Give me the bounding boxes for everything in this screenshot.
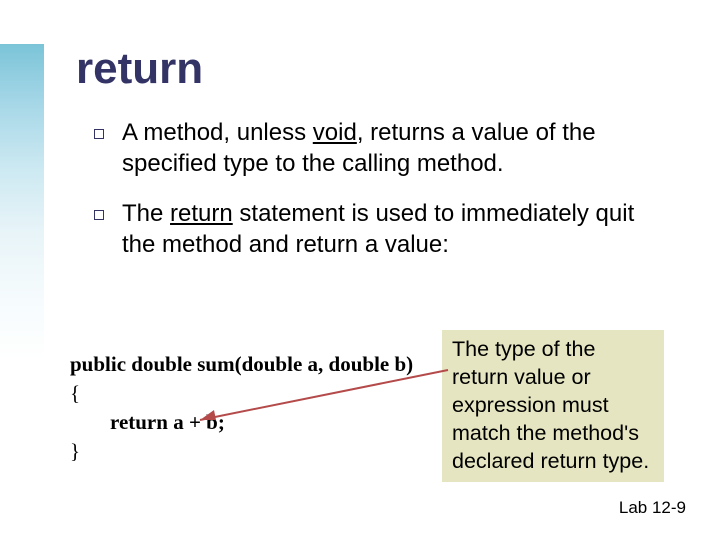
list-item: A method, unless void, returns a value o… [94,118,674,179]
code-text: b) [389,352,413,376]
code-example: public double sum(double a, double b) { … [70,350,430,466]
bullet-list: A method, unless void, returns a value o… [94,118,674,281]
slide-title: return [76,44,203,94]
code-keyword: double [242,352,303,376]
code-keyword: return [110,410,168,434]
square-bullet-icon [94,129,104,139]
bullet-text: The return statement is used to immediat… [122,199,674,260]
slide: return A method, unless void, returns a … [0,0,720,540]
bullet-text: A method, unless void, returns a value o… [122,118,674,179]
annotation-box: The type of the return value or expressi… [442,330,664,482]
list-item: The return statement is used to immediat… [94,199,674,260]
code-text: public [70,352,131,376]
slide-footer: Lab 12-9 [619,498,686,518]
code-text: a, [302,352,328,376]
square-bullet-icon [94,210,104,220]
code-keyword: double [329,352,390,376]
code-text: a + b; [168,410,225,434]
decorative-sidebar [0,44,44,464]
code-line: { [70,379,430,408]
code-line: return a + b; [70,408,430,437]
code-line: public double sum(double a, double b) [70,350,430,379]
code-text: sum( [192,352,242,376]
code-line: } [70,437,430,466]
code-keyword: double [131,352,192,376]
